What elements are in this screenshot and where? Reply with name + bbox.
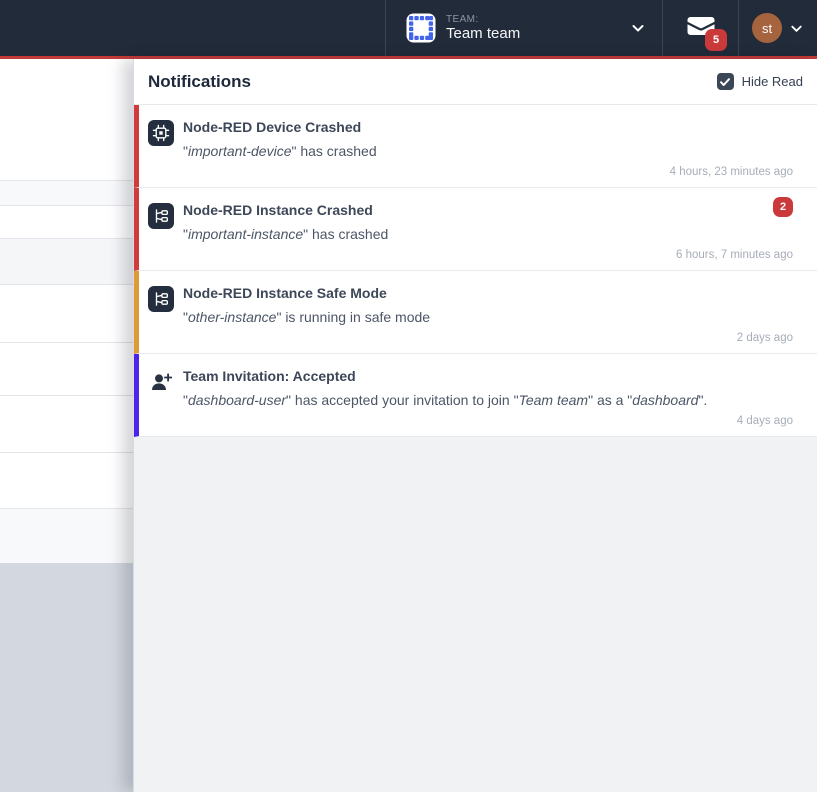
notification-body: "other-instance" is running in safe mode bbox=[183, 309, 793, 325]
mail-unread-badge: 5 bbox=[705, 29, 727, 51]
user-add-icon bbox=[148, 369, 174, 395]
user-menu[interactable]: st bbox=[739, 0, 817, 56]
notification-icon-slot bbox=[148, 286, 174, 312]
notification-body-emphasis: Team team bbox=[519, 392, 589, 408]
top-navbar: TEAM: Team team 5 st bbox=[0, 0, 817, 56]
notification-body-text: " has accepted your invitation to join " bbox=[286, 392, 519, 408]
notifications-list: Node-RED Device Crashed "important-devic… bbox=[134, 105, 817, 437]
user-avatar: st bbox=[752, 13, 782, 43]
notification-body-text: " is running in safe mode bbox=[276, 309, 430, 325]
notification-row[interactable]: Team Invitation: Accepted "dashboard-use… bbox=[134, 354, 817, 437]
hide-read-checkbox[interactable] bbox=[717, 73, 734, 90]
notification-body: "important-device" has crashed bbox=[183, 143, 793, 159]
notifications-panel: Notifications Hide Read Node-RED Device … bbox=[133, 59, 817, 792]
notification-title: Node-RED Device Crashed bbox=[183, 119, 793, 136]
chevron-down-icon bbox=[630, 20, 646, 36]
page-row-divider bbox=[0, 284, 133, 285]
team-selector-text: TEAM: Team team bbox=[446, 14, 520, 43]
notification-count-badge: 2 bbox=[773, 197, 793, 217]
team-label: TEAM: bbox=[446, 14, 520, 26]
notification-content: Team Invitation: Accepted "dashboard-use… bbox=[183, 368, 793, 436]
page-row-divider bbox=[0, 342, 133, 343]
notification-body-text: ". bbox=[698, 392, 707, 408]
notification-title: Node-RED Instance Crashed bbox=[183, 202, 793, 219]
device-chip-icon bbox=[148, 120, 174, 146]
page-row-divider bbox=[0, 452, 133, 453]
notification-row[interactable]: Node-RED Instance Crashed "important-ins… bbox=[134, 188, 817, 271]
team-avatar-identicon bbox=[406, 13, 436, 43]
notification-icon-slot bbox=[148, 369, 174, 395]
notification-timestamp: 2 days ago bbox=[737, 332, 793, 344]
team-name: Team team bbox=[446, 25, 520, 42]
page-row-highlight bbox=[0, 181, 133, 205]
notification-body: "important-instance" has crashed bbox=[183, 226, 793, 242]
page-row-divider bbox=[0, 395, 133, 396]
notification-icon-slot bbox=[148, 120, 174, 146]
notification-title: Node-RED Instance Safe Mode bbox=[183, 285, 793, 302]
notification-body: "dashboard-user" has accepted your invit… bbox=[183, 392, 793, 408]
notifications-panel-header: Notifications Hide Read bbox=[134, 59, 817, 105]
panel-title: Notifications bbox=[148, 72, 251, 92]
notification-body-emphasis: other-instance bbox=[188, 309, 276, 325]
team-selector[interactable]: TEAM: Team team bbox=[386, 0, 663, 56]
chevron-down-icon bbox=[789, 21, 804, 36]
navbar-spacer bbox=[0, 0, 386, 56]
hide-read-toggle[interactable]: Hide Read bbox=[717, 73, 803, 90]
notifications-mail-button[interactable]: 5 bbox=[663, 0, 739, 56]
notification-row[interactable]: Node-RED Instance Safe Mode "other-insta… bbox=[134, 271, 817, 354]
notification-icon-slot bbox=[148, 203, 174, 229]
node-red-icon bbox=[148, 286, 174, 312]
notification-content: Node-RED Instance Safe Mode "other-insta… bbox=[183, 285, 793, 353]
notification-body-text: " has crashed bbox=[303, 226, 388, 242]
notification-body-emphasis: important-instance bbox=[188, 226, 303, 242]
page-row-highlight bbox=[0, 509, 133, 563]
notification-timestamp: 6 hours, 7 minutes ago bbox=[676, 249, 793, 261]
notification-body-text: " has crashed bbox=[291, 143, 376, 159]
page-row-divider bbox=[0, 205, 133, 206]
notification-body-emphasis: dashboard bbox=[632, 392, 698, 408]
notification-title: Team Invitation: Accepted bbox=[183, 368, 793, 385]
page-footer-block bbox=[0, 563, 133, 792]
notification-timestamp: 4 hours, 23 minutes ago bbox=[670, 166, 793, 178]
content-area: Notifications Hide Read Node-RED Device … bbox=[0, 59, 817, 792]
notification-body-text: " as a " bbox=[588, 392, 632, 408]
node-red-icon bbox=[148, 203, 174, 229]
hide-read-label: Hide Read bbox=[742, 74, 803, 89]
notification-timestamp: 4 days ago bbox=[737, 415, 793, 427]
page-row-highlight bbox=[0, 239, 133, 284]
background-page bbox=[0, 59, 133, 792]
notification-row[interactable]: Node-RED Device Crashed "important-devic… bbox=[134, 105, 817, 188]
notification-body-emphasis: important-device bbox=[188, 143, 292, 159]
notification-body-emphasis: dashboard-user bbox=[188, 392, 286, 408]
